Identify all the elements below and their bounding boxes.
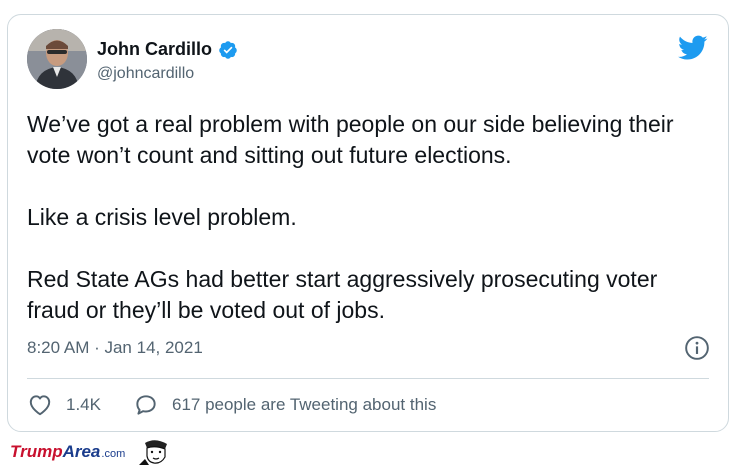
tweet-actions: 1.4K 617 people are Tweeting about this [27, 392, 436, 418]
heart-icon [29, 395, 51, 416]
twitter-bird-icon[interactable] [678, 35, 708, 61]
watermark-part2: Area [62, 442, 101, 461]
avatar[interactable] [27, 29, 87, 89]
speech-bubble-icon [136, 395, 156, 415]
watermark: Trump Area .com [10, 439, 175, 465]
author-handle[interactable]: @johncardillo [97, 65, 194, 83]
conversation-label: 617 people are Tweeting about this [171, 395, 437, 414]
author-name-row[interactable]: John Cardillo [97, 39, 238, 60]
verified-badge-icon [219, 40, 237, 59]
like-button[interactable]: 1.4K [27, 392, 101, 418]
tweet-paragraph: Red State AGs had better start aggressiv… [27, 266, 658, 323]
tweet-timestamp[interactable]: 8:20 AM · Jan 14, 2021 [27, 338, 203, 358]
tweet-paragraph: Like a crisis level problem. [27, 204, 297, 230]
watermark-part3: .com [101, 448, 126, 460]
tweet-paragraph: We’ve got a real problem with people on … [27, 111, 674, 168]
author-name[interactable]: John Cardillo [97, 39, 212, 60]
tweet-card: John Cardillo @johncardillo We’ve got a … [7, 14, 729, 432]
watermark-part1: Trump [10, 442, 63, 461]
conversation-button[interactable]: 617 people are Tweeting about this [133, 392, 436, 418]
divider [27, 378, 709, 379]
caricature-logo-icon [139, 440, 168, 465]
info-icon[interactable] [684, 335, 710, 361]
tweet-text: We’ve got a real problem with people on … [27, 109, 708, 326]
like-count: 1.4K [66, 395, 101, 414]
